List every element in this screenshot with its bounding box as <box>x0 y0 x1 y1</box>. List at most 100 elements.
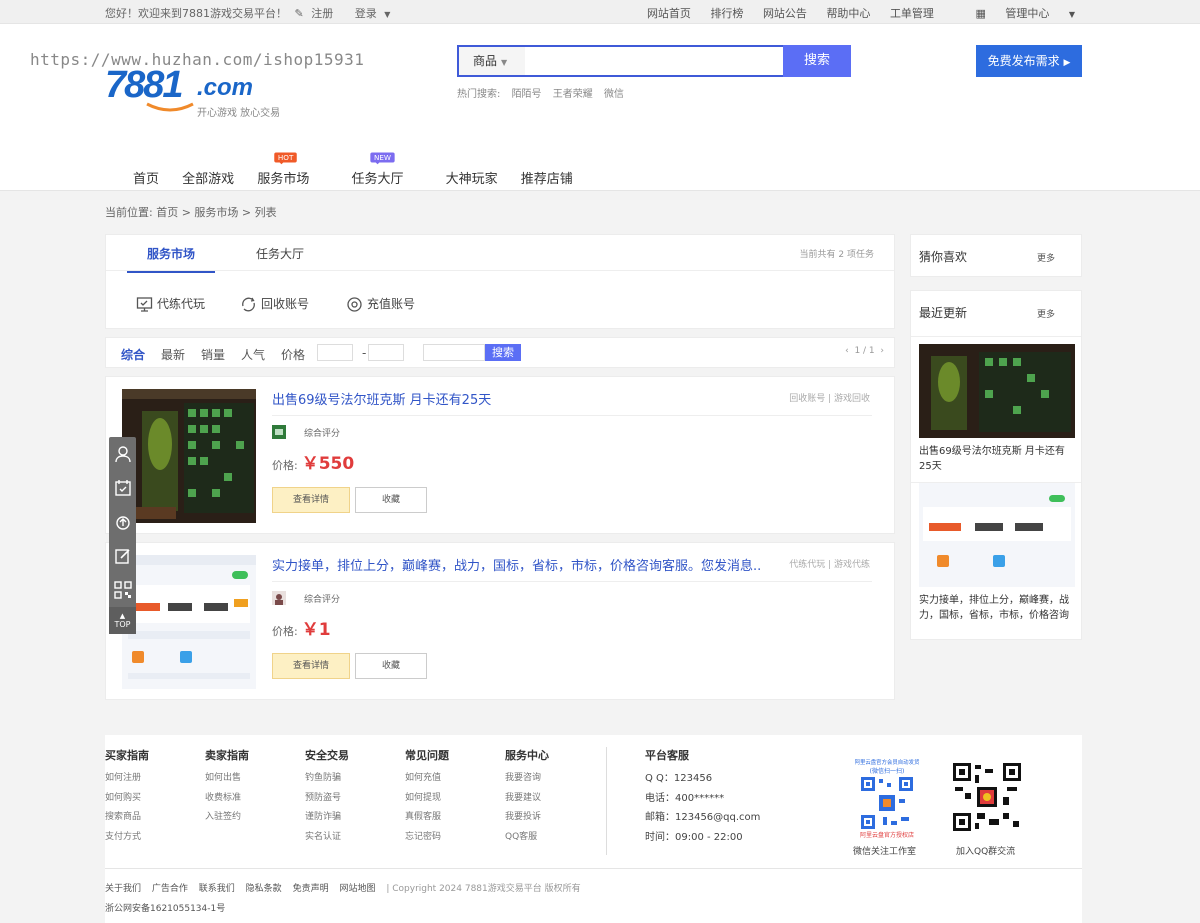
login-link[interactable]: 登录 ▼ <box>355 7 395 20</box>
register-link[interactable]: ✎ 注册 <box>295 7 338 20</box>
prev-page-icon[interactable]: ‹ <box>845 346 849 356</box>
footer-link[interactable]: 谨防诈骗 <box>305 808 349 828</box>
item-thumbnail-game-screenshot[interactable] <box>122 389 256 523</box>
recent-thumbnail-game[interactable] <box>919 344 1075 438</box>
footer-link[interactable]: 如何注册 <box>105 769 149 789</box>
logo-slogan: 开心游戏 放心交易 <box>197 108 281 119</box>
footer: 买家指南 如何注册 如何购买 搜索商品 支付方式 卖家指南 如何出售 收费标准 … <box>105 735 1082 923</box>
item-title[interactable]: 出售69级号法尔班克斯 月卡还有25天 <box>272 389 762 408</box>
nav-home[interactable]: 首页 <box>133 172 159 187</box>
category-recharge[interactable]: 充值账号 <box>346 295 415 313</box>
hot-term[interactable]: 微信 <box>604 89 624 100</box>
hot-term[interactable]: 陌陌号 <box>512 89 542 100</box>
sort-newest[interactable]: 最新 <box>161 346 185 363</box>
listing-item: 实力接单，排位上分，巅峰赛，战力，国标，省标，市标，价格咨询客服。您发消息...… <box>105 542 895 700</box>
keyword-input[interactable] <box>423 344 485 361</box>
recent-item-title[interactable]: 出售69级号法尔班克斯 月卡还有25天 <box>911 444 1081 474</box>
item-thumbnail-app-screenshot[interactable] <box>122 555 256 689</box>
tab-service-market[interactable]: 服务市场 <box>126 245 216 273</box>
more-link[interactable]: 更多 <box>1037 307 1055 320</box>
footer-link[interactable]: 我要投诉 <box>505 808 549 828</box>
footer-link[interactable]: 真假客服 <box>405 808 449 828</box>
recent-item-title[interactable]: 实力接单，排位上分，巅峰赛，战力，国标，省标，市标，价格咨询 <box>911 593 1081 623</box>
search-box: 商品 ▼ 搜索 <box>457 45 851 77</box>
nav-all-games[interactable]: 全部游戏 <box>182 172 234 187</box>
footer-link-privacy[interactable]: 隐私条款 <box>246 884 282 894</box>
top-link-help[interactable]: 帮助中心 <box>826 7 870 20</box>
more-link[interactable]: 更多 <box>1037 251 1055 264</box>
category-boost[interactable]: 代练代玩 <box>136 295 205 313</box>
footer-link[interactable]: 如何提现 <box>405 789 449 809</box>
price-min-input[interactable] <box>317 344 353 361</box>
qrcode-icon[interactable] <box>109 573 136 607</box>
footer-link[interactable]: 我要咨询 <box>505 769 549 789</box>
sort-sales[interactable]: 销量 <box>201 346 225 363</box>
footer-link-sitemap[interactable]: 网站地图 <box>339 884 375 894</box>
top-link-notice[interactable]: 网站公告 <box>763 7 807 20</box>
footer-links: 关于我们 广告合作 联系我们 隐私条款 免责声明 网站地图 | Copyrigh… <box>105 881 589 894</box>
favorite-button[interactable]: 收藏 <box>355 487 427 513</box>
footer-link[interactable]: 搜索商品 <box>105 808 149 828</box>
edit-icon[interactable] <box>109 539 136 573</box>
admin-menu[interactable]: ▦ 管理中心 ▼ <box>959 7 1075 20</box>
sort-default[interactable]: 综合 <box>121 346 145 363</box>
footer-link-contact[interactable]: 联系我们 <box>199 884 235 894</box>
sort-popularity[interactable]: 人气 <box>241 346 265 363</box>
back-to-top-button[interactable]: ▲ TOP <box>109 607 136 634</box>
recent-thumbnail-app[interactable] <box>919 483 1075 587</box>
footer-link[interactable]: 忘记密码 <box>405 828 449 848</box>
nav-service-market[interactable]: HOT 服务市场 <box>257 152 328 187</box>
hot-badge: HOT <box>274 152 298 165</box>
footer-col-title: 平台客服 <box>645 749 689 762</box>
shop-avatar[interactable] <box>272 591 286 605</box>
footer-link-disclaimer[interactable]: 免责声明 <box>293 884 329 894</box>
footer-link[interactable]: 如何购买 <box>105 789 149 809</box>
footer-link[interactable]: 支付方式 <box>105 828 149 848</box>
item-title[interactable]: 实力接单，排位上分，巅峰赛，战力，国标，省标，市标，价格咨询客服。您发消息... <box>272 555 762 574</box>
nav-recommended-shops[interactable]: 推荐店铺 <box>521 172 573 187</box>
footer-link[interactable]: 实名认证 <box>305 828 349 848</box>
footer-link[interactable]: 钓鱼防骗 <box>305 769 349 789</box>
wechat-qrcode[interactable] <box>861 777 913 829</box>
top-link-ticket[interactable]: 工单管理 <box>890 7 934 20</box>
favorite-button[interactable]: 收藏 <box>355 653 427 679</box>
new-badge: NEW <box>370 152 396 165</box>
footer-link[interactable]: 如何出售 <box>205 769 249 789</box>
item-categories: 代练代玩 | 游戏代练 <box>789 560 870 570</box>
top-link-rank[interactable]: 排行榜 <box>710 7 743 20</box>
footer-link[interactable]: 预防盗号 <box>305 789 349 809</box>
next-page-icon[interactable]: › <box>880 346 884 356</box>
nav-pro-players[interactable]: 大神玩家 <box>446 172 498 187</box>
calendar-check-icon[interactable] <box>109 471 136 505</box>
search-category-select[interactable]: 商品 ▼ <box>459 47 525 75</box>
sort-price[interactable]: 价格 <box>281 346 305 363</box>
copyright: | Copyright 2024 7881游戏交易平台 版权所有 <box>386 884 581 894</box>
qq-group-qrcode[interactable] <box>953 763 1021 831</box>
view-detail-button[interactable]: 查看详情 <box>272 653 350 679</box>
footer-link-about[interactable]: 关于我们 <box>105 884 141 894</box>
top-link-home[interactable]: 网站首页 <box>647 7 691 20</box>
footer-link[interactable]: 如何充值 <box>405 769 449 789</box>
footer-link[interactable]: 我要建议 <box>505 789 549 809</box>
wechat-qr-caption: 微信关注工作室 <box>853 847 917 857</box>
shop-avatar[interactable] <box>272 425 286 439</box>
price-max-input[interactable] <box>368 344 404 361</box>
filter-search-button[interactable]: 搜索 <box>485 344 521 361</box>
hot-term[interactable]: 王者荣耀 <box>553 89 593 100</box>
upload-icon[interactable] <box>109 505 136 539</box>
footer-link[interactable]: 入驻签约 <box>205 808 249 828</box>
user-icon[interactable] <box>109 437 136 471</box>
nav-task-hall[interactable]: NEW 任务大厅 <box>351 152 422 187</box>
footer-link[interactable]: QQ客服 <box>505 828 549 848</box>
search-button[interactable]: 搜索 <box>783 45 851 77</box>
sidebar-recent-title: 最近更新 <box>919 306 968 320</box>
publish-demand-button[interactable]: 免费发布需求 ▶ <box>976 45 1082 77</box>
footer-link[interactable]: 收费标准 <box>205 789 249 809</box>
search-input[interactable] <box>529 49 779 73</box>
site-logo[interactable]: 7881 .com 开心游戏 放心交易 <box>105 64 285 119</box>
footer-link-ads[interactable]: 广告合作 <box>152 884 188 894</box>
footer-col-title: 卖家指南 <box>205 749 249 762</box>
view-detail-button[interactable]: 查看详情 <box>272 487 350 513</box>
tab-task-hall[interactable]: 任务大厅 <box>256 245 304 262</box>
category-recycle[interactable]: 回收账号 <box>240 295 309 313</box>
